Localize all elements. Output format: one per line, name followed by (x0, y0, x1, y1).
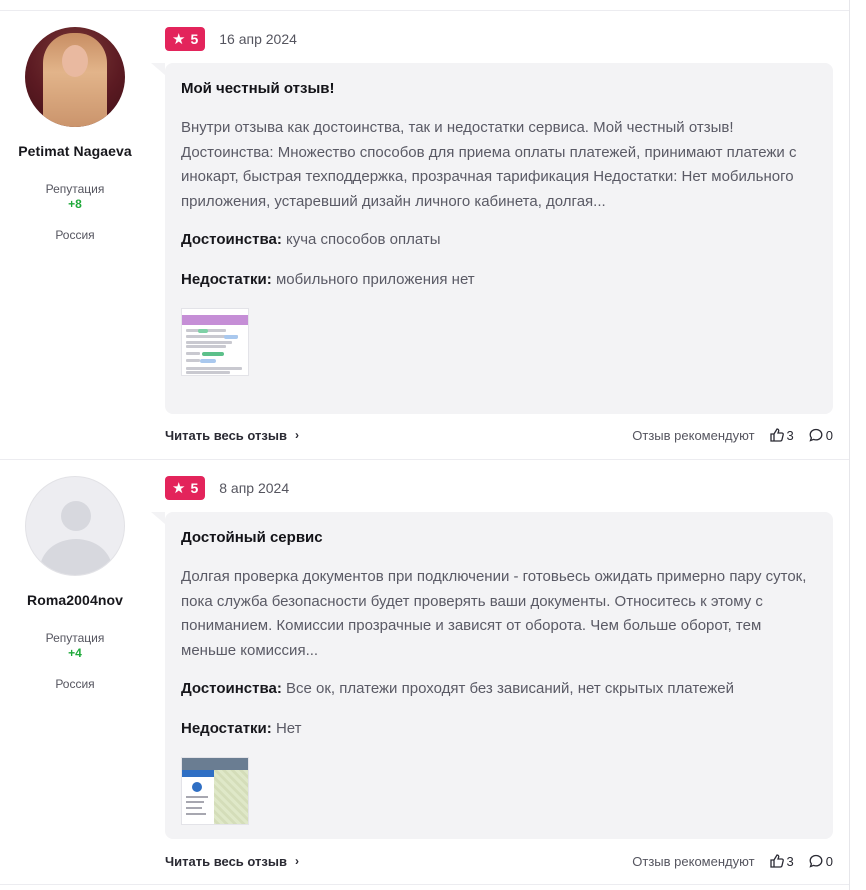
pros-label: Достоинства: (181, 231, 282, 248)
review-body: Достойный сервис Долгая проверка докумен… (151, 512, 833, 839)
review-date: 16 апр 2024 (219, 31, 297, 47)
review-text: Внутри отзыва как достоинства, так и нед… (181, 119, 797, 210)
comment-icon (809, 854, 823, 868)
cons-label: Недостатки: (181, 271, 272, 288)
recommend-label: Отзыв рекомендуют (632, 853, 755, 869)
review-footer: Читать весь отзыв › Отзыв рекомендуют 3 … (165, 851, 833, 871)
like-button[interactable]: 3 (769, 853, 794, 869)
review-image-thumbnail[interactable] (181, 757, 249, 825)
review-cons: Недостатки: мобильного приложения нет (181, 270, 817, 290)
reputation-value: +8 (68, 197, 82, 211)
chevron-right-icon: › (294, 854, 299, 868)
author-country: Россия (55, 677, 95, 691)
rating-value: 5 (190, 31, 199, 47)
review-meta: ★ 5 8 апр 2024 (165, 476, 289, 500)
pros-text: Все ок, платежи проходят без зависаний, … (286, 680, 734, 697)
review-author: Petimat Nagaeva Репутация +8 Россия (0, 27, 150, 242)
avatar[interactable] (25, 27, 125, 127)
review-cons: Недостатки: Нет (181, 719, 817, 739)
rating-value: 5 (190, 480, 199, 496)
star-icon: ★ (172, 479, 186, 497)
star-icon: ★ (172, 30, 186, 48)
review-date: 8 апр 2024 (219, 480, 290, 496)
comment-count: 0 (825, 427, 833, 443)
cons-text: Нет (275, 720, 302, 737)
review-text: Долгая проверка документов при подключен… (181, 568, 807, 659)
comments-button[interactable]: 0 (808, 427, 833, 443)
author-name[interactable]: Petimat Nagaeva (0, 143, 150, 159)
reputation-label: Репутация (45, 631, 105, 645)
reputation-value: +4 (68, 646, 82, 660)
review-pros: Достоинства: куча способов оплаты (181, 230, 817, 250)
review-image-thumbnail[interactable] (181, 308, 249, 376)
reviews-page: Petimat Nagaeva Репутация +8 Россия ★ 5 … (0, 0, 866, 890)
author-name[interactable]: Roma2004nov (0, 592, 150, 608)
comment-count: 0 (825, 853, 833, 869)
review-footer: Читать весь отзыв › Отзыв рекомендуют 3 … (165, 425, 833, 445)
divider (849, 0, 850, 890)
review-title[interactable]: Достойный сервис (181, 529, 817, 547)
review-pros: Достоинства: Все ок, платежи проходят бе… (181, 679, 817, 699)
rating-badge: ★ 5 (165, 476, 206, 500)
pros-label: Достоинства: (181, 680, 282, 697)
like-count: 3 (786, 427, 794, 443)
read-more-label: Читать весь отзыв (165, 853, 287, 869)
rating-badge: ★ 5 (165, 27, 206, 51)
pros-text: куча способов оплаты (286, 231, 441, 248)
recommend-label: Отзыв рекомендуют (632, 427, 755, 443)
divider (0, 459, 849, 460)
review-body: Мой честный отзыв! Внутри отзыва как дос… (151, 63, 833, 414)
author-country: Россия (55, 228, 95, 242)
thumbs-up-icon (769, 854, 784, 868)
review-author: Roma2004nov Репутация +4 Россия (0, 476, 150, 691)
read-full-review-link[interactable]: Читать весь отзыв › (165, 428, 299, 443)
like-button[interactable]: 3 (769, 427, 794, 443)
avatar[interactable] (25, 476, 125, 576)
comment-icon (809, 428, 823, 442)
reputation-label: Репутация (45, 182, 105, 196)
cons-label: Недостатки: (181, 720, 272, 737)
comments-button[interactable]: 0 (808, 853, 833, 869)
like-count: 3 (786, 853, 794, 869)
read-full-review-link[interactable]: Читать весь отзыв › (165, 854, 299, 869)
review-title[interactable]: Мой честный отзыв! (181, 80, 817, 98)
review-meta: ★ 5 16 апр 2024 (165, 27, 297, 51)
divider (0, 884, 849, 885)
divider (0, 10, 849, 11)
chevron-right-icon: › (294, 428, 299, 442)
thumbs-up-icon (769, 428, 784, 442)
read-more-label: Читать весь отзыв (165, 427, 287, 443)
cons-text: мобильного приложения нет (275, 271, 475, 288)
